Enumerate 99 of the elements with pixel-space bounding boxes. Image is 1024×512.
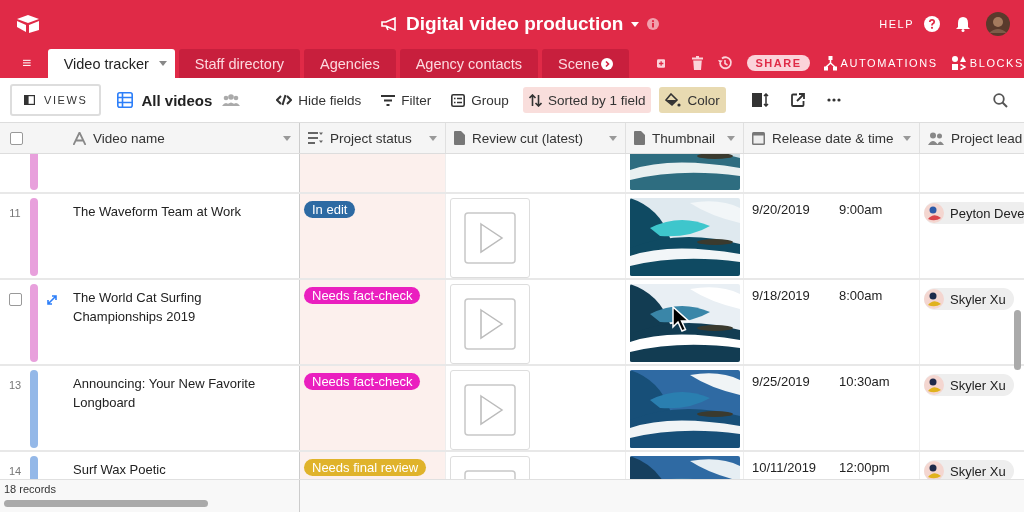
column-header[interactable]: Project status [300,123,446,153]
trash-icon[interactable] [692,56,704,70]
caret-icon[interactable] [609,135,617,141]
row-height-icon[interactable] [751,93,769,107]
status-tag: Needs final review [304,459,427,476]
play-icon [464,212,516,264]
sidebar-icon [24,95,35,105]
logo-icon[interactable] [16,14,40,34]
grid-icon [117,92,134,108]
time-cell-text: 9:00am [839,202,883,219]
bell-icon[interactable] [956,16,970,32]
blocks-button[interactable]: BLOCKS [951,56,1024,70]
table-tab[interactable]: Staff directory [178,49,300,78]
filter-icon [381,94,396,106]
caret-icon[interactable] [903,135,911,141]
avatar-icon [924,289,944,309]
video-name-cell: The Waveform Team at Work [73,204,242,219]
caret-icon[interactable] [631,21,640,27]
time-cell-text: 8:00am [839,288,883,305]
table-tab[interactable]: Agency contacts [399,49,539,78]
base-title[interactable]: Digital video production [406,13,624,35]
avatar-icon [924,203,944,223]
sort-icon [528,93,542,107]
chevron-right-icon[interactable] [601,57,614,70]
status-tag: Needs fact-check [304,287,421,304]
person-chip: Skyler Xu [924,460,1014,479]
caret-icon[interactable] [158,61,167,66]
video-name-cell: Surf Wax Poetic [73,462,166,477]
code-icon [276,94,293,106]
table-tab[interactable]: Scene [542,49,630,78]
caret-icon[interactable] [727,135,735,141]
table-tab[interactable]: Video tracker [47,49,175,78]
people-icon[interactable] [222,94,241,106]
menu-icon[interactable] [23,58,31,68]
avatar-icon [924,375,944,395]
megaphone-icon [380,17,398,31]
cursor-icon [672,306,690,332]
list-icon [451,93,466,107]
record-count: 18 records [4,483,57,495]
date-cell-text: 9/25/2019 [752,374,811,391]
expand-icon[interactable] [47,295,57,305]
add-table-icon[interactable] [657,57,666,70]
scrollbar[interactable] [1014,310,1021,370]
row-number: 11 [9,207,21,219]
group-button[interactable]: Group [445,87,515,113]
avatar-icon[interactable] [986,12,1010,36]
date-cell-text: 9/20/2019 [752,202,811,219]
column-header[interactable]: Project lead [920,123,1024,153]
row-checkbox[interactable] [8,293,22,306]
info-icon[interactable] [647,18,660,30]
table-row[interactable]: 11 The Waveform Team at Work In edit 9/20/2019 9:00am Peyton Deve [0,194,1024,280]
play-icon [464,384,516,436]
status-tag: In edit [304,201,356,218]
view-name[interactable]: All videos [141,91,213,109]
calendar-icon [752,131,765,145]
automations-button[interactable]: AUTOMATIONS [823,55,938,71]
filter-button[interactable]: Filter [375,87,438,113]
history-icon[interactable] [717,55,734,71]
views-button[interactable]: VIEWS [10,84,102,116]
table-row[interactable]: The World Cat Surfing Championships 2019 Needs fact-check 9/18/2019 8:00am Skyler Xu [0,280,1024,366]
file-icon [634,131,645,145]
row-number: 14 [8,465,22,477]
row-number: 13 [8,379,22,391]
date-cell-text: 10/11/2019 [752,460,815,477]
column-header[interactable]: Release date & time [744,123,920,153]
people-icon [928,131,944,145]
paint-bucket-icon [665,92,682,108]
time-cell-text: 12:00pm [839,460,890,477]
column-header[interactable]: Video name [67,123,300,153]
table-row[interactable]: 13 Announcing: Your New Favorite Longboard Needs fact-check 9/25/2019 10:30am Skyler Xu [0,366,1024,452]
video-name-cell: Announcing: Your New Favorite Longboard [73,376,256,410]
person-chip: Skyler Xu [924,374,1014,396]
column-header[interactable]: Thumbnail [626,123,744,153]
table-tab[interactable]: Agencies [304,49,396,78]
share-view-icon[interactable] [790,93,805,107]
flowchart-icon [823,55,837,71]
more-icon[interactable] [826,98,841,102]
help-icon[interactable] [924,16,940,32]
select-all-checkbox[interactable] [10,131,23,145]
date-cell-text: 9/18/2019 [752,288,811,305]
column-header[interactable]: Review cut (latest) [446,123,626,153]
hide-button[interactable]: Hide fields [270,87,368,113]
scrollbar[interactable] [4,500,208,507]
person-chip: Skyler Xu [924,288,1014,310]
search-icon[interactable] [993,92,1008,108]
sort-button[interactable]: Sorted by 1 field [522,87,652,113]
file-icon [454,131,465,145]
caret-icon[interactable] [283,135,291,141]
status-tag: Needs fact-check [304,373,421,390]
shapes-icon [951,56,966,70]
help-link[interactable]: HELP [879,18,914,30]
person-chip: Peyton Deve [924,202,1024,224]
play-icon [464,298,516,350]
video-name-cell: The World Cat Surfing Championships 2019 [73,290,202,324]
color-button[interactable]: Color [659,87,726,113]
time-cell-text: 10:30am [839,374,890,391]
text-field-icon [73,131,86,145]
select-field-icon [308,132,323,144]
caret-icon[interactable] [429,135,437,141]
